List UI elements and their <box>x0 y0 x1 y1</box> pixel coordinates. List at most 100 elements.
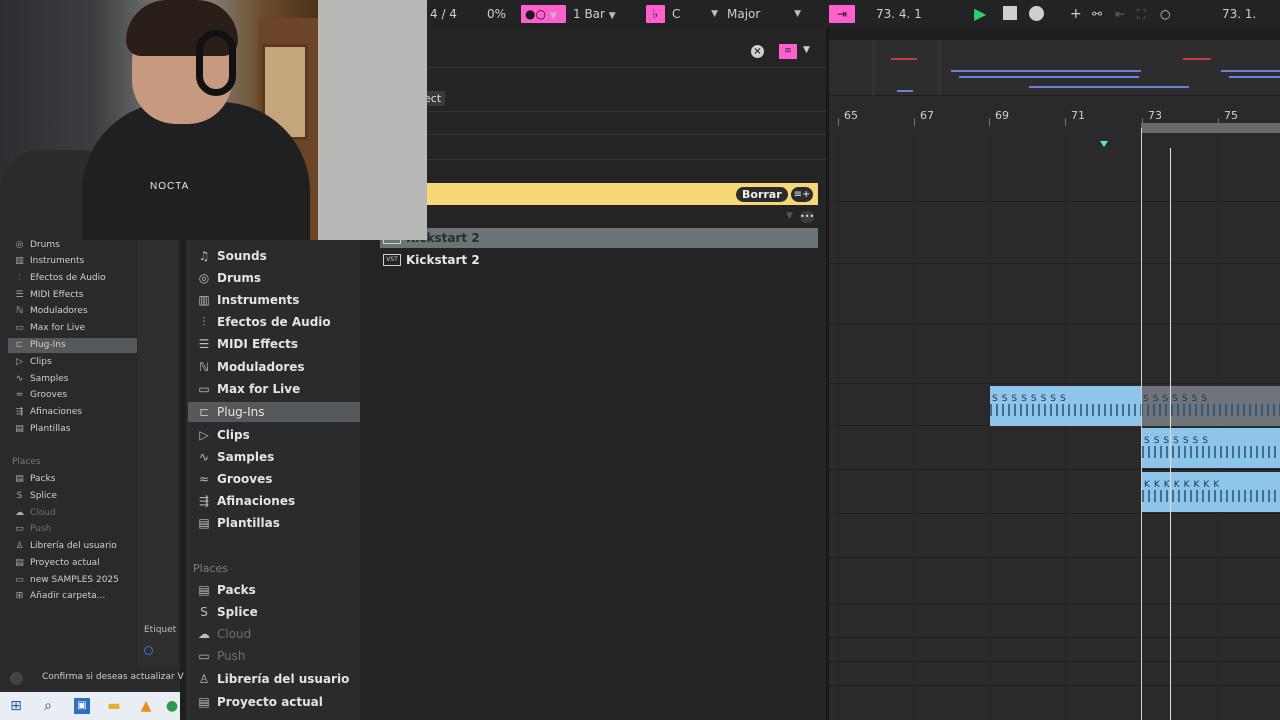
user-icon: ♙ <box>15 541 24 551</box>
add-icon[interactable]: + <box>1070 5 1082 23</box>
playhead <box>1170 148 1171 720</box>
sidebar-item-templates[interactable]: ▤ Plantillas <box>188 513 360 533</box>
bar-number: 67 <box>920 109 934 122</box>
scale-value: Major <box>727 7 761 21</box>
keyboard-icon: ▥ <box>198 293 210 307</box>
place-item-user-library[interactable]: ♙ Librería del usuario <box>8 539 137 554</box>
result-item[interactable]: VST Kickstart 2 <box>380 228 818 248</box>
sidebar-item-instruments[interactable]: ▥ Instruments <box>188 290 360 310</box>
stop-icon[interactable] <box>1003 6 1017 20</box>
key-select[interactable]: C ▼ <box>672 5 720 23</box>
loop-icon[interactable]: ○ <box>1160 5 1170 23</box>
sidebar-item-audio-effects[interactable]: ⫶ Efectos de Audio <box>188 312 360 332</box>
arrangement-overview[interactable] <box>829 40 1280 96</box>
sidebar-item-midi-effects[interactable]: ☰ MIDI Effects <box>8 288 137 303</box>
audio-clip[interactable]: SSSSSSS <box>1141 386 1280 426</box>
capture-icon[interactable]: ⛶ <box>1137 5 1145 23</box>
sidebar-item-midi-effects[interactable]: ☰ MIDI Effects <box>188 334 360 354</box>
metronome-toggle[interactable]: ●○ ▼ <box>521 5 566 23</box>
place-label: Añadir carpeta... <box>30 591 106 601</box>
quantize-select[interactable]: 1 Bar ▼ <box>573 5 616 23</box>
vlc-icon[interactable]: ▲ <box>138 698 154 714</box>
places-heading: Places <box>193 562 228 575</box>
divider <box>427 67 826 68</box>
sidebar-item-label: Plug-Ins <box>217 405 265 419</box>
sidebar-item-label: Instruments <box>217 293 300 307</box>
folder-icon[interactable]: ▬ <box>106 698 122 714</box>
place-item-cloud[interactable]: ☁ Cloud <box>188 624 360 644</box>
sidebar-item-templates[interactable]: ▤ Plantillas <box>8 422 137 437</box>
sidebar-item-clips[interactable]: ▷ Clips <box>188 425 360 445</box>
info-icon[interactable] <box>10 672 23 685</box>
grid-line <box>1218 133 1219 720</box>
chevron-down-icon: ▼ <box>711 9 718 19</box>
drum-icon: ◎ <box>198 271 210 285</box>
record-icon[interactable] <box>1029 6 1044 21</box>
add-filter-icon[interactable]: ≡+ <box>791 187 813 202</box>
sidebar-item-modulators[interactable]: ℕ Moduladores <box>188 357 360 377</box>
place-item-splice[interactable]: S Splice <box>8 489 137 504</box>
scale-mode-icon[interactable]: ♭ <box>646 5 665 23</box>
sidebar-item-plugins[interactable]: ⊏ Plug-Ins <box>188 402 360 422</box>
bar-number: 71 <box>1071 109 1085 122</box>
place-item-folder[interactable]: ▭ new SAMPLES 2025 <box>8 573 137 588</box>
sidebar-item-samples[interactable]: ∿ Samples <box>188 447 360 467</box>
follow-icon[interactable]: ⇥ <box>829 5 855 23</box>
cue-marker-icon[interactable] <box>1100 141 1108 147</box>
back-to-arrangement-icon[interactable]: ⇤ <box>1115 5 1125 23</box>
sidebar-item-drums[interactable]: ◎ Drums <box>188 268 360 288</box>
loop-brace[interactable] <box>1141 123 1280 133</box>
sidebar-item-samples[interactable]: ∿ Samples <box>8 372 137 387</box>
clear-button[interactable]: Borrar <box>736 187 788 202</box>
sidebar-item-clips[interactable]: ▷ Clips <box>8 355 137 370</box>
sidebar-item-instruments[interactable]: ▥ Instruments <box>8 254 137 269</box>
project-icon: ▤ <box>15 558 24 568</box>
sidebar-item-sounds[interactable]: ♫ Sounds <box>188 246 360 266</box>
sidebar-item-plugins[interactable]: ⊏ Plug-Ins <box>8 338 137 353</box>
app-icon[interactable]: ▣ <box>74 698 90 714</box>
automation-icon[interactable]: ⚯ <box>1092 5 1102 23</box>
sidebar-item-max-for-live[interactable]: ▭ Max for Live <box>8 321 137 336</box>
audio-clip[interactable]: SSSSSSSS <box>990 386 1141 426</box>
sidebar-item-drums[interactable]: ◎ Drums <box>8 238 137 253</box>
place-item-user-library[interactable]: ♙ Librería del usuario <box>188 669 360 689</box>
result-item[interactable]: VST Kickstart 2 <box>380 250 818 270</box>
sidebar-item-audio-effects[interactable]: ⫶ Efectos de Audio <box>8 271 137 286</box>
windows-start-icon[interactable]: ⊞ <box>8 698 24 714</box>
sidebar-item-grooves[interactable]: ≈ Grooves <box>188 469 360 489</box>
sort-icon[interactable]: ▼ <box>786 211 793 221</box>
position-display[interactable]: 73. 4. 1 <box>876 5 922 23</box>
add-folder-item[interactable]: ⊞ Añadir carpeta... <box>8 589 137 604</box>
chevron-down-icon[interactable]: ▼ <box>803 45 810 55</box>
place-item-push[interactable]: ▭ Push <box>188 646 360 666</box>
place-item-current-project[interactable]: ▤ Proyecto actual <box>8 556 137 571</box>
plugin-icon: ⊏ <box>198 405 210 419</box>
place-item-packs[interactable]: ▤ Packs <box>8 472 137 487</box>
play-icon[interactable]: ▶ <box>974 5 986 23</box>
package-icon: ▤ <box>198 583 210 597</box>
filter-icon[interactable]: ≡ <box>779 44 797 59</box>
sidebar-item-max-for-live[interactable]: ▭ Max for Live <box>188 379 360 399</box>
audio-clip[interactable]: SSSSSSS <box>1142 428 1280 468</box>
search-icon[interactable]: ⌕ <box>40 698 56 714</box>
place-item-push[interactable]: ▭ Push <box>8 522 137 537</box>
sidebar-item-modulators[interactable]: ℕ Moduladores <box>8 304 137 319</box>
sidebar-item-label: Plantillas <box>217 516 280 530</box>
places-heading: Places <box>12 457 41 467</box>
loop-position-display[interactable]: 73. 1. <box>1222 5 1256 23</box>
place-item-cloud[interactable]: ☁ Cloud <box>8 506 137 521</box>
place-item-current-project[interactable]: ▤ Proyecto actual <box>188 692 360 712</box>
sidebar-item-tunings[interactable]: ⇶ Afinaciones <box>8 405 137 420</box>
track-lanes: SSSSSSSS SSSSSSS SSSSSSS KKKKKKKK <box>829 133 1280 720</box>
tag-color-icon[interactable] <box>144 646 153 655</box>
place-item-packs[interactable]: ▤ Packs <box>188 580 360 600</box>
sidebar-item-grooves[interactable]: ≈ Grooves <box>8 388 137 403</box>
audio-clip[interactable]: KKKKKKKK <box>1142 472 1280 512</box>
more-icon[interactable]: ••• <box>800 211 814 223</box>
close-icon[interactable]: × <box>751 45 764 58</box>
app-icon[interactable]: ● <box>164 698 180 714</box>
sidebar-item-tunings[interactable]: ⇶ Afinaciones <box>188 491 360 511</box>
scale-select[interactable]: Major ▼ <box>727 5 803 23</box>
time-signature[interactable]: 4 / 4 <box>430 5 457 23</box>
place-item-splice[interactable]: S Splice <box>188 602 360 622</box>
